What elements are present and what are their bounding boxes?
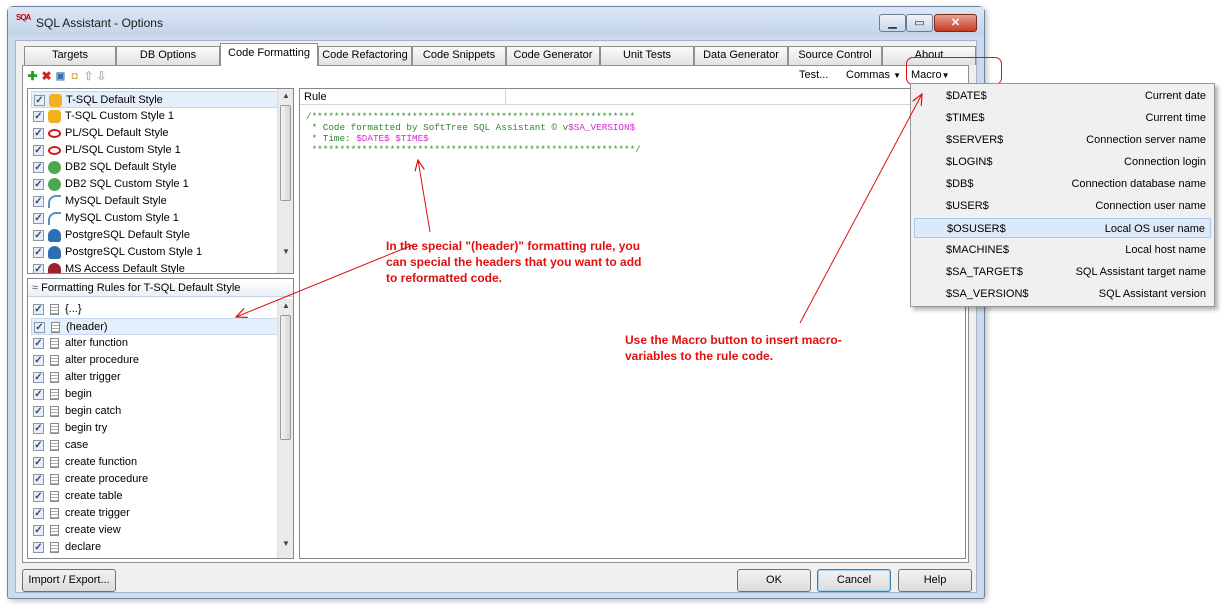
header-annotation: In the special "(header)" formatting rul… (386, 238, 641, 286)
arrow-to-code (418, 160, 431, 233)
annotation-line: variables to the rule code. (625, 349, 774, 363)
macro-annotation: Use the Macro button to insert macro- va… (625, 332, 842, 364)
annotation-line: In the special "(header)" formatting rul… (386, 239, 641, 253)
arrow-to-macro-menu (799, 94, 922, 324)
annotation-arrows (0, 0, 1225, 324)
annotation-line: to reformatted code. (386, 271, 503, 285)
annotation-line: can special the headers that you want to… (386, 255, 642, 269)
tab-code-formatting[interactable]: Code Formatting (220, 43, 318, 66)
annotation-line: Use the Macro button to insert macro- (625, 333, 842, 347)
